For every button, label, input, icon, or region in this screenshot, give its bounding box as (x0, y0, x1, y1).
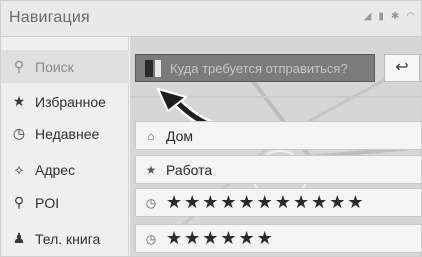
sidebar-item-recent[interactable]: ◷ Недавнее (1, 117, 129, 150)
back-button[interactable]: ↩ (384, 54, 420, 82)
person-icon: ♟ (12, 230, 26, 246)
gear-icon: ✱ (390, 11, 400, 22)
sidebar-item-favorites[interactable]: ★ Избранное (1, 85, 129, 118)
sidebar-item-search[interactable]: ⚲ Поиск (1, 50, 129, 83)
search-input[interactable]: Куда требуется отправиться? (135, 54, 375, 82)
main-panel: Куда требуется отправиться? ↩ ⌂ Дом ★ Ра… (130, 37, 421, 256)
sidebar-item-label: Тел. книга (35, 230, 101, 247)
clock-icon: ◷ (12, 125, 26, 141)
sidebar: ⚲ Поиск ★ Избранное ◷ Недавнее ⟡ Адрес ⚲… (1, 37, 129, 256)
title-bar: Навигация ◢ ▮ ✱ ◠ (1, 1, 421, 37)
sidebar-item-label: POI (35, 194, 60, 211)
list-item-label: ★★★★★★★★★★★ (166, 192, 366, 212)
pin-icon: ⚲ (13, 194, 25, 210)
list-item-home[interactable]: ⌂ Дом (135, 121, 421, 150)
sidebar-item-address[interactable]: ⟡ Адрес (1, 153, 129, 186)
star-icon: ★ (145, 162, 157, 177)
back-arrow-icon: ↩ (395, 59, 409, 76)
list-item-recent-1[interactable]: ◷ ★★★★★★★★★★★ (135, 188, 421, 217)
sidebar-item-label: Избранное (35, 93, 106, 110)
clock-icon: ◷ (145, 231, 157, 246)
list-item-label: ★★★★★★ (166, 228, 275, 248)
search-placeholder: Куда требуется отправиться? (170, 61, 348, 76)
battery-icon: ▮ (378, 11, 384, 22)
list-item-recent-2[interactable]: ◷ ★★★★★★ (135, 224, 421, 253)
text-cursor-icon (155, 60, 161, 77)
page-title: Навигация (9, 9, 90, 26)
home-icon: ⌂ (147, 128, 155, 143)
navigation-screen: Навигация ◢ ▮ ✱ ◠ ⚲ Поиск ★ Избранное ◷ … (0, 0, 422, 257)
star-icon: ★ (12, 93, 26, 109)
sidebar-item-label: Недавнее (35, 125, 100, 142)
list-item-label: Работа (166, 161, 213, 178)
address-icon: ⟡ (14, 161, 24, 177)
wifi-icon: ◠ (406, 11, 415, 22)
sidebar-item-phonebook[interactable]: ♟ Тел. книга (1, 222, 129, 255)
sidebar-item-label: Поиск (35, 58, 74, 75)
search-icon: ⚲ (13, 58, 25, 74)
text-cursor-icon (145, 60, 153, 77)
signal-icon: ◢ (363, 11, 372, 22)
sidebar-item-poi[interactable]: ⚲ POI (1, 186, 129, 219)
status-area: ◢ ▮ ✱ ◠ (364, 11, 415, 23)
sidebar-item-label: Адрес (35, 161, 76, 178)
clock-icon: ◷ (145, 195, 157, 210)
list-item-work[interactable]: ★ Работа (135, 155, 421, 184)
list-item-label: Дом (166, 127, 194, 144)
